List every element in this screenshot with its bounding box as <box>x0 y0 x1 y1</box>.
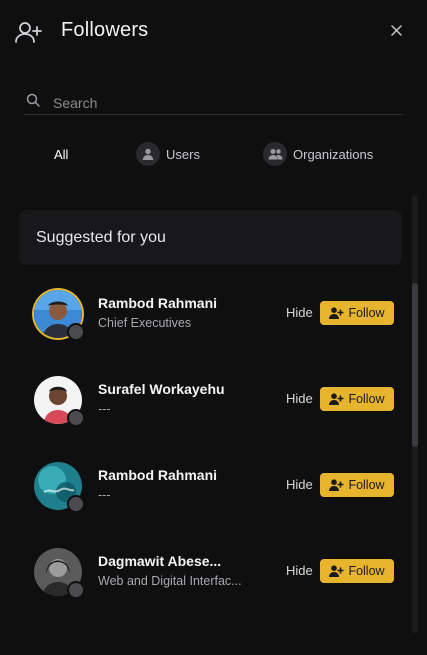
status-dot <box>67 581 85 599</box>
tab-users[interactable]: Users <box>136 142 200 166</box>
followers-panel: Followers All Users <box>0 0 427 655</box>
avatar[interactable] <box>34 462 85 513</box>
list-item: Rambod Rahmani Chief Executives Hide Fol… <box>0 290 410 346</box>
tab-label: All <box>54 146 69 162</box>
person-name: Rambod Rahmani <box>98 295 218 311</box>
follow-label: Follow <box>348 306 385 320</box>
search-input[interactable] <box>51 92 395 114</box>
tab-all[interactable]: All <box>54 142 68 166</box>
avatar[interactable] <box>34 548 85 599</box>
close-icon <box>390 23 402 41</box>
person-name: Dagmawit Abese... <box>98 553 222 569</box>
person-subtitle: Web and Digital Interfac... <box>98 574 242 588</box>
follow-button[interactable]: Follow <box>320 473 394 497</box>
status-dot <box>67 323 85 341</box>
scrollbar-thumb[interactable] <box>412 283 418 447</box>
follow-button[interactable]: Follow <box>320 387 394 411</box>
person-subtitle: --- <box>98 402 111 416</box>
users-group-icon <box>263 142 287 166</box>
person-subtitle: --- <box>98 488 111 502</box>
tab-organizations[interactable]: Organizations <box>263 142 373 166</box>
close-button[interactable] <box>386 22 406 42</box>
list-item: Rambod Rahmani --- Hide Follow <box>0 462 410 518</box>
status-dot <box>67 495 85 513</box>
list-item: Dagmawit Abese... Web and Digital Interf… <box>0 548 410 604</box>
user-icon <box>136 142 160 166</box>
follow-label: Follow <box>348 392 385 406</box>
suggested-title: Suggested for you <box>36 229 166 246</box>
hide-button[interactable]: Hide <box>286 477 313 492</box>
follow-label: Follow <box>348 478 385 492</box>
follow-button[interactable]: Follow <box>320 301 394 325</box>
status-dot <box>67 409 85 427</box>
add-user-icon <box>15 20 43 44</box>
add-user-icon <box>329 393 344 405</box>
avatar[interactable] <box>34 290 85 341</box>
search-icon <box>26 93 42 109</box>
person-name: Rambod Rahmani <box>98 467 218 483</box>
hide-button[interactable]: Hide <box>286 391 313 406</box>
follow-label: Follow <box>348 564 385 578</box>
tab-label: Organizations <box>293 146 374 162</box>
add-user-icon <box>329 479 344 491</box>
person-subtitle: Chief Executives <box>98 316 192 330</box>
suggested-header: Suggested for you <box>19 210 402 265</box>
add-user-icon <box>329 307 344 319</box>
follow-button[interactable]: Follow <box>320 559 394 583</box>
hide-button[interactable]: Hide <box>286 305 313 320</box>
search-bar <box>24 90 403 115</box>
panel-title: Followers <box>61 19 149 41</box>
hide-button[interactable]: Hide <box>286 563 313 578</box>
add-user-icon <box>329 565 344 577</box>
avatar[interactable] <box>34 376 85 427</box>
tab-label: Users <box>166 146 200 162</box>
list-item: Surafel Workayehu --- Hide Follow <box>0 376 410 432</box>
person-name: Surafel Workayehu <box>98 381 225 397</box>
